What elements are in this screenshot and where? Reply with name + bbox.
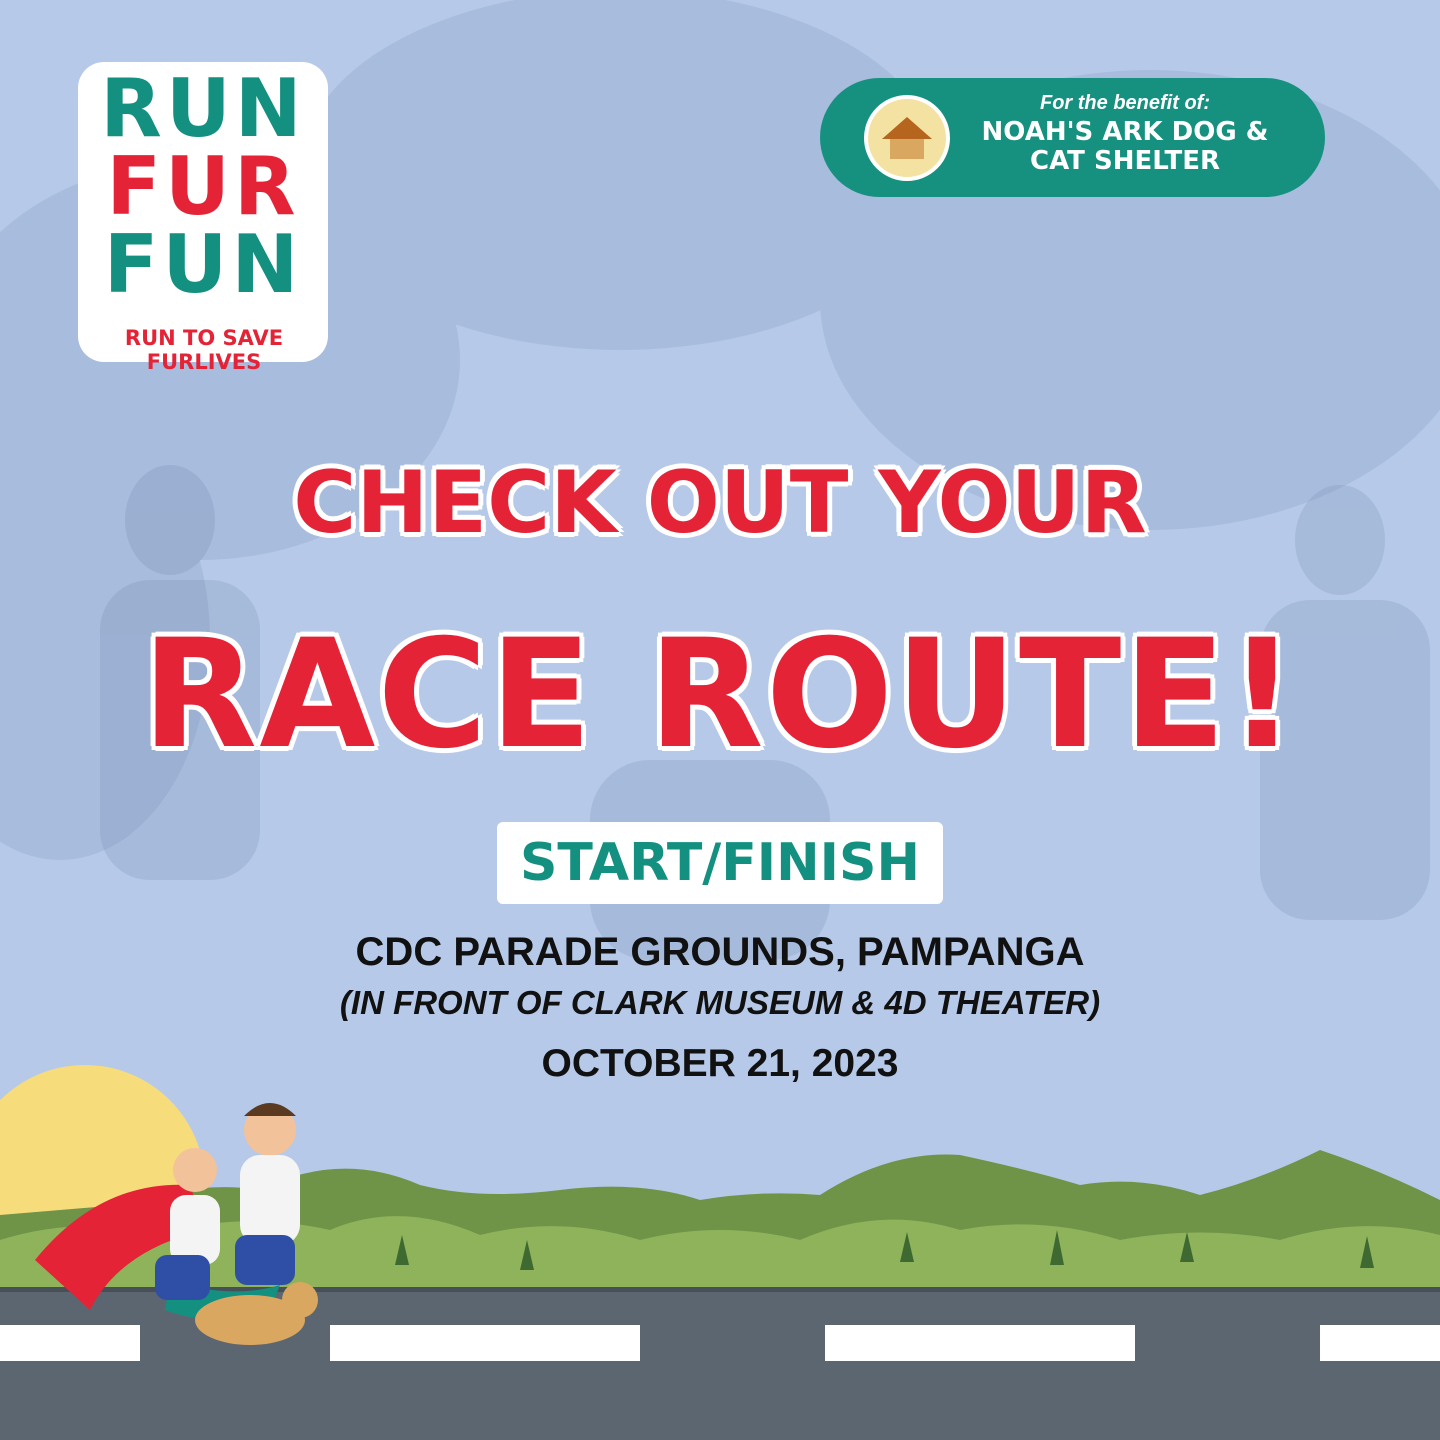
beneficiary-name: NOAH'S ARK DOG & CAT SHELTER [981, 117, 1269, 176]
shelter-logo-icon [864, 95, 950, 181]
logo-fur-text: FUR [106, 140, 300, 233]
logo-fun-text: FUN [103, 218, 303, 311]
event-date: OCTOBER 21, 2023 [541, 1042, 899, 1085]
headline-line-2: RACE ROUTE! [141, 608, 1299, 782]
beneficiary-subtitle: For the benefit of: [1040, 92, 1210, 114]
venue-note: (IN FRONT OF CLARK MUSEUM & 4D THEATER) [339, 984, 1101, 1021]
start-finish-label: START/FINISH [519, 833, 920, 893]
venue-name: CDC PARADE GROUNDS, PAMPANGA [355, 930, 1085, 974]
logo-tagline: RUN TO SAVE FURLIVES [124, 326, 284, 374]
logo-run-text: RUN [100, 62, 306, 155]
headline-line-1: CHECK OUT YOUR [293, 453, 1147, 553]
